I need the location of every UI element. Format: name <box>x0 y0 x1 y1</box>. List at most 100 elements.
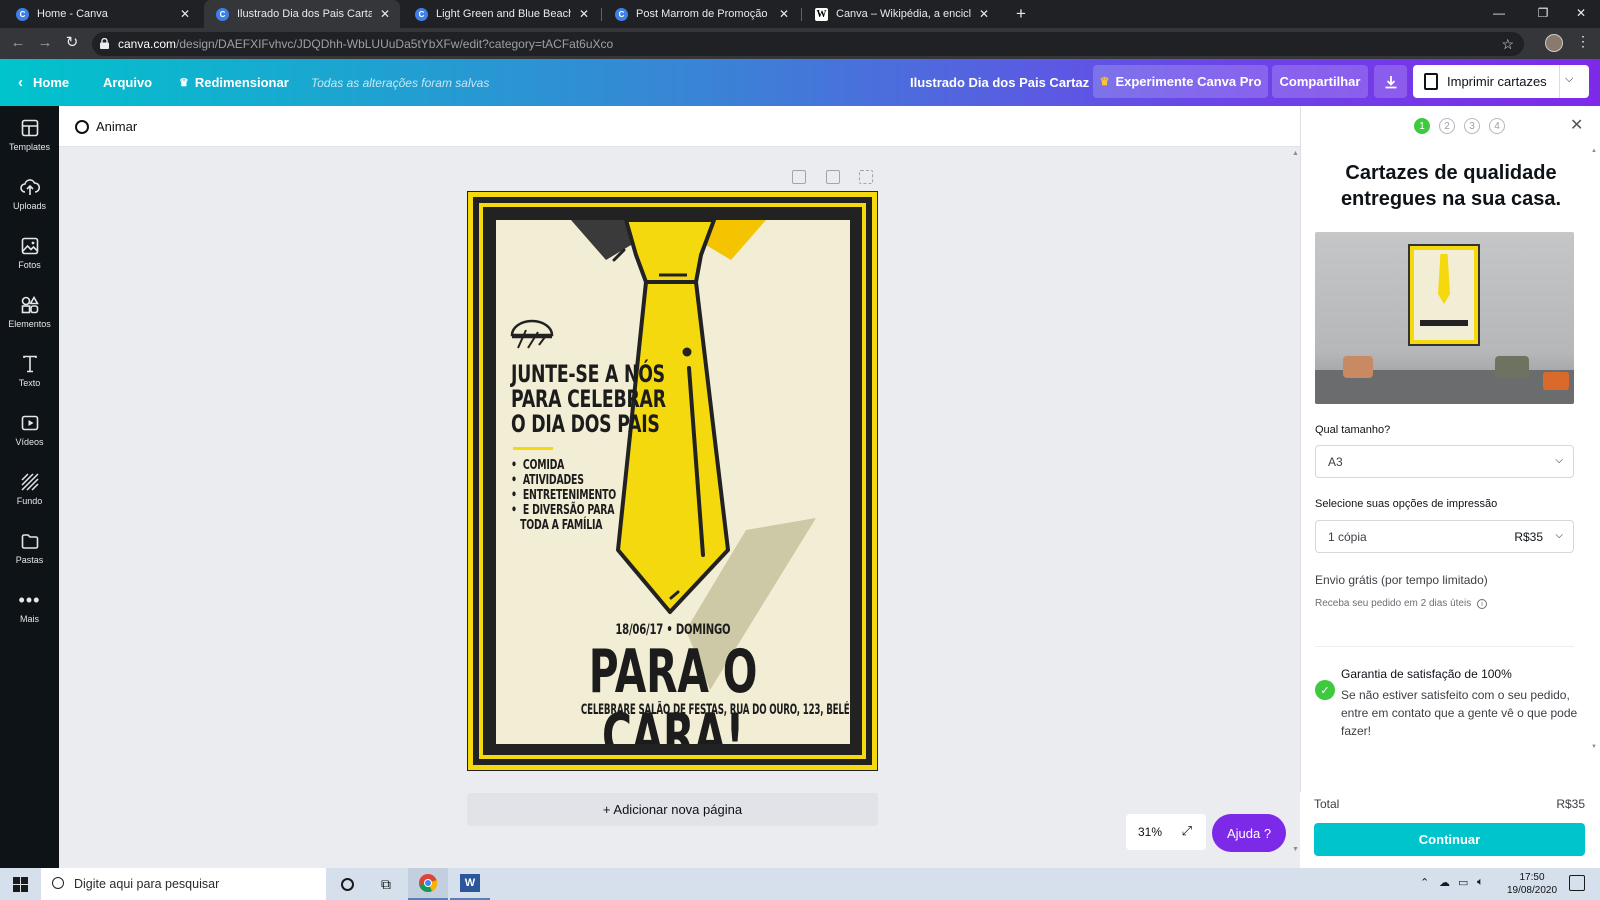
system-clock[interactable]: 17:50 19/08/2020 <box>1506 871 1558 897</box>
tab-separator <box>601 8 602 21</box>
poster-mockup-image <box>1315 232 1574 404</box>
print-posters-button[interactable]: Imprimir cartazes ⌵ <box>1413 65 1589 98</box>
poster-canvas: JUNTE-SE A NÓS PARA CELEBRAR O DIA DOS P… <box>496 220 850 744</box>
home-label: Home <box>33 75 70 90</box>
print-order-panel: 1 2 3 4 ✕ Cartazes de qualidade entregue… <box>1300 106 1600 868</box>
bookmark-star-icon[interactable]: ☆ <box>1501 32 1514 56</box>
fullscreen-icon[interactable]: ⤢ <box>1182 823 1192 839</box>
browser-tab-active[interactable]: C Ilustrado Dia dos Pais Cartaz - Canva … <box>204 0 400 28</box>
canva-favicon-icon: C <box>16 7 29 21</box>
design-page[interactable]: JUNTE-SE A NÓS PARA CELEBRAR O DIA DOS P… <box>467 191 878 771</box>
profile-avatar[interactable] <box>1545 34 1563 52</box>
video-icon <box>20 413 40 433</box>
step-indicator: 3 <box>1464 118 1480 134</box>
try-pro-label: Experimente Canva Pro <box>1115 74 1262 89</box>
browser-toolbar: ← → ↻ canva.com/design/DAEFXIFvhvc/JDQDh… <box>0 28 1600 59</box>
mockup-cushion <box>1343 356 1373 378</box>
forward-icon[interactable]: → <box>33 31 57 55</box>
design-title[interactable]: Ilustrado Dia dos Pais Cartaz <box>910 59 1089 106</box>
sidebar-item-templates[interactable]: Templates <box>0 106 59 164</box>
task-view-icon[interactable]: ⧉ <box>366 868 406 900</box>
close-tab-icon[interactable]: ✕ <box>977 7 991 21</box>
onedrive-icon[interactable]: ☁ <box>1439 876 1450 889</box>
browser-tab[interactable]: C Home - Canva ✕ <box>4 0 200 28</box>
shipping-text: Envio grátis (por tempo limitado) <box>1315 573 1488 587</box>
scroll-down-icon[interactable]: ▼ <box>1292 846 1299 853</box>
close-tab-icon[interactable]: ✕ <box>777 7 791 21</box>
add-page-button[interactable]: + Adicionar nova página <box>467 793 878 826</box>
restore-icon[interactable]: ❐ <box>1524 2 1562 24</box>
canva-favicon-icon: C <box>216 7 229 21</box>
print-posters-label: Imprimir cartazes <box>1447 74 1547 89</box>
reload-icon[interactable]: ↻ <box>60 31 84 55</box>
scroll-up-icon[interactable]: ▲ <box>1292 150 1299 157</box>
home-link[interactable]: ‹ Home <box>18 59 69 106</box>
try-canva-pro-button[interactable]: ♛ Experimente Canva Pro <box>1093 65 1268 98</box>
sidebar-item-photos[interactable]: Fotos <box>0 224 59 282</box>
sidebar-item-text[interactable]: Texto <box>0 342 59 400</box>
upload-icon <box>19 177 40 197</box>
shapes-icon <box>20 295 40 315</box>
sidebar-item-label: Mais <box>19 614 39 624</box>
window-close-icon[interactable]: ✕ <box>1562 2 1600 24</box>
lock-icon <box>100 38 109 49</box>
network-icon[interactable]: ▭ <box>1458 876 1468 889</box>
word-taskbar-icon[interactable]: W <box>450 868 490 900</box>
size-select[interactable]: A3 ⌵ <box>1315 445 1574 478</box>
size-label: Qual tamanho? <box>1315 424 1391 436</box>
notifications-icon[interactable] <box>1569 875 1585 891</box>
poster-bullet-list: • COMIDA • ATIVIDADES • ENTRETENIMENTO •… <box>511 458 616 533</box>
minimize-icon[interactable]: — <box>1480 2 1518 24</box>
sidebar-item-folders[interactable]: Pastas <box>0 519 59 577</box>
folder-icon <box>20 531 40 551</box>
help-button[interactable]: Ajuda ? <box>1212 814 1286 852</box>
browser-tab[interactable]: C Post Marrom de Promoção de Dia dos Pai… <box>603 0 799 28</box>
close-tab-icon[interactable]: ✕ <box>577 7 591 21</box>
resize-button[interactable]: ♛ Redimensionar <box>179 59 289 106</box>
new-tab-icon[interactable]: + <box>1016 4 1026 24</box>
close-tab-icon[interactable]: ✕ <box>178 7 192 21</box>
print-options-select[interactable]: 1 cópia R$35 ⌵ <box>1315 520 1574 553</box>
taskbar-search-input[interactable]: Digite aqui para pesquisar <box>41 868 326 900</box>
sidebar-item-elements[interactable]: Elementos <box>0 283 59 341</box>
print-options-label: Selecione suas opções de impressão <box>1315 498 1498 510</box>
zoom-control[interactable]: 31% ⤢ <box>1126 814 1206 850</box>
continue-button[interactable]: Continuar <box>1314 823 1585 856</box>
tray-chevron-icon[interactable]: ⌃ <box>1420 876 1429 889</box>
scroll-down-icon[interactable]: ▼ <box>1591 744 1597 750</box>
chrome-taskbar-icon[interactable] <box>408 868 448 900</box>
chevron-left-icon: ‹ <box>18 74 23 91</box>
poster-heading-line: JUNTE-SE A NÓS <box>511 360 665 388</box>
close-panel-icon[interactable]: ✕ <box>1570 115 1583 135</box>
cortana-icon[interactable] <box>327 868 367 900</box>
add-note-icon[interactable] <box>792 170 806 184</box>
close-tab-icon[interactable]: ✕ <box>378 7 392 21</box>
download-button[interactable] <box>1374 65 1407 98</box>
back-icon[interactable]: ← <box>6 31 30 55</box>
sidebar-item-background[interactable]: Fundo <box>0 460 59 518</box>
chevron-down-icon[interactable]: ⌵ <box>1565 73 1573 86</box>
duplicate-page-icon[interactable] <box>826 170 840 184</box>
sidebar-item-videos[interactable]: Vídeos <box>0 401 59 459</box>
browser-tab[interactable]: C Light Green and Blue Beach Dog Poster … <box>403 0 599 28</box>
chevron-down-icon: ⌵ <box>1555 530 1563 541</box>
sidebar-item-uploads[interactable]: Uploads <box>0 165 59 223</box>
animate-button[interactable]: Animar <box>75 106 137 147</box>
sidebar-item-more[interactable]: ••• Mais <box>0 578 59 636</box>
tab-title: Post Marrom de Promoção de Dia dos Pais <box>636 8 771 20</box>
share-button[interactable]: Compartilhar <box>1272 65 1368 98</box>
info-icon[interactable]: i <box>1477 599 1487 609</box>
windows-start-icon[interactable] <box>0 868 40 900</box>
panel-scrollbar[interactable]: ▲ ▼ <box>1591 148 1597 750</box>
total-label: Total <box>1314 797 1340 811</box>
browser-tab[interactable]: W Canva – Wikipédia, a enciclopédia livr… <box>803 0 999 28</box>
volume-icon[interactable]: 🔈︎ <box>1477 876 1484 889</box>
file-menu-button[interactable]: Arquivo <box>103 59 152 106</box>
poster-date: 18/06/17 • DOMINGO <box>615 622 731 638</box>
browser-menu-icon[interactable]: ⋮ <box>1576 33 1590 50</box>
add-page-icon[interactable] <box>859 170 873 184</box>
address-bar[interactable]: canva.com/design/DAEFXIFvhvc/JDQDhh-WbLU… <box>92 32 1524 56</box>
tab-title: Ilustrado Dia dos Pais Cartaz - Canva <box>237 8 372 20</box>
mockup-cushion <box>1543 372 1569 390</box>
scroll-up-icon[interactable]: ▲ <box>1591 148 1597 154</box>
